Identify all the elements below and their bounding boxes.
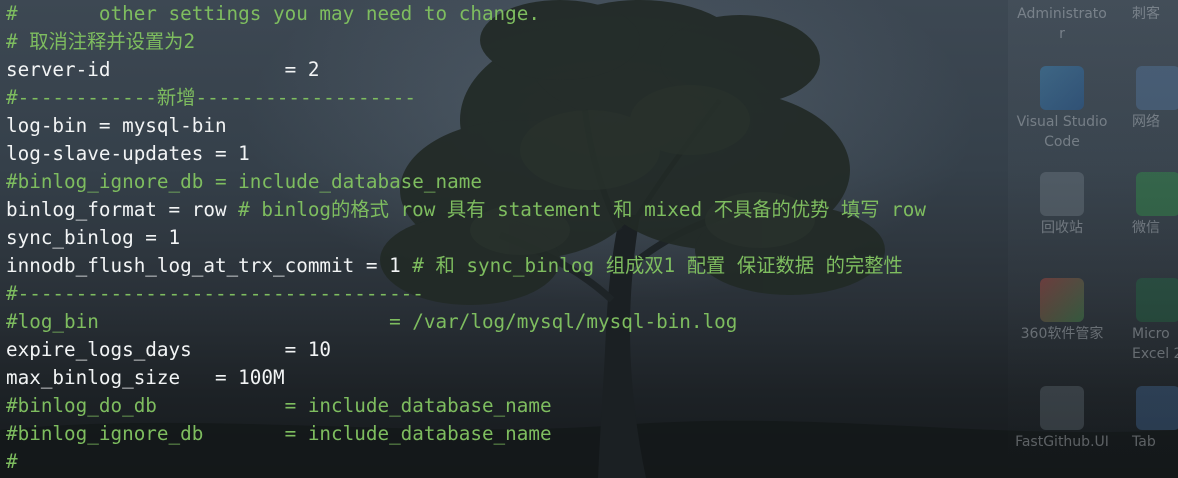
- 360-software-manager-icon[interactable]: 360软件管家: [1012, 278, 1112, 344]
- terminal-config-text[interactable]: # other settings you may need to change.…: [6, 0, 1016, 476]
- wechat-bubble-icon: [1136, 172, 1178, 216]
- fastgithub-logo-icon: [1040, 386, 1084, 430]
- desktop-icon-area: Administrato r 刺客 Visual Studio Code 网络 …: [1008, 0, 1178, 478]
- excel-icon[interactable]: Micro Excel 2: [1132, 278, 1178, 364]
- administrator-icon[interactable]: Administrato r: [1012, 4, 1112, 44]
- terminal-line: # 取消注释并设置为2: [6, 28, 1016, 56]
- desktop-icon-label: FastGithub.UI: [1015, 434, 1109, 450]
- terminal-line: #binlog_do_db = include_database_name: [6, 392, 1016, 420]
- desktop-icon-label: 回收站: [1041, 220, 1083, 236]
- excel-logo-icon: [1136, 278, 1178, 322]
- config-directive: expire_logs_days = 10: [6, 338, 332, 361]
- terminal-line: expire_logs_days = 10: [6, 336, 1016, 364]
- config-comment: #: [6, 450, 18, 473]
- config-directive: binlog_format = row: [6, 198, 239, 221]
- terminal-line: #log_bin = /var/log/mysql/mysql-bin.log: [6, 308, 1016, 336]
- config-comment: #binlog_ignore_db = include_database_nam…: [6, 422, 552, 445]
- desktop-icon-label: 刺客: [1132, 6, 1160, 22]
- wechat-icon[interactable]: 微信: [1132, 172, 1178, 238]
- tab-icon[interactable]: Tab: [1132, 386, 1178, 452]
- config-comment: #-----------------------------------: [6, 282, 424, 305]
- terminal-line: server-id = 2: [6, 56, 1016, 84]
- terminal-line: # other settings you may need to change.: [6, 0, 1016, 28]
- terminal-line: #binlog_ignore_db = include_database_nam…: [6, 420, 1016, 448]
- terminal-line: log-slave-updates = 1: [6, 140, 1016, 168]
- desktop-icon-label: Administrato r: [1017, 6, 1107, 42]
- terminal-line: max_binlog_size = 100M: [6, 364, 1016, 392]
- 360-logo-icon: [1040, 278, 1084, 322]
- terminal-line: #: [6, 448, 1016, 476]
- terminal-line: #binlog_ignore_db = include_database_nam…: [6, 168, 1016, 196]
- terminal-line: binlog_format = row # binlog的格式 row 具有 s…: [6, 196, 1016, 224]
- config-directive: sync_binlog = 1: [6, 226, 181, 249]
- recycle-bin-icon[interactable]: 回收站: [1012, 172, 1112, 238]
- desktop-icon-label: 网络: [1132, 114, 1160, 130]
- desktop-icon-label: Micro Excel 2: [1132, 326, 1178, 362]
- desktop-icon-label: 微信: [1132, 220, 1160, 236]
- terminal-line: #------------新增-------------------: [6, 84, 1016, 112]
- partial-icon-top-right[interactable]: 刺客: [1132, 4, 1178, 24]
- terminal-line: log-bin = mysql-bin: [6, 112, 1016, 140]
- desktop-icon-label: 360软件管家: [1020, 326, 1104, 342]
- config-directive: innodb_flush_log_at_trx_commit = 1: [6, 254, 413, 277]
- vscode-logo-icon: [1040, 66, 1084, 110]
- config-directive: log-slave-updates = 1: [6, 142, 250, 165]
- config-comment: # other settings you may need to change.: [6, 2, 540, 25]
- fastgithub-icon[interactable]: FastGithub.UI: [1012, 386, 1112, 452]
- config-comment: #binlog_ignore_db = include_database_nam…: [6, 170, 482, 193]
- visual-studio-code-icon[interactable]: Visual Studio Code: [1012, 66, 1112, 152]
- network-icon[interactable]: 网络: [1132, 66, 1178, 132]
- config-comment: # binlog的格式 row 具有 statement 和 mixed 不具备…: [238, 198, 927, 221]
- config-comment: #log_bin = /var/log/mysql/mysql-bin.log: [6, 310, 738, 333]
- tab-logo-icon: [1136, 386, 1178, 430]
- terminal-line: innodb_flush_log_at_trx_commit = 1 # 和 s…: [6, 252, 1016, 280]
- config-directive: server-id = 2: [6, 58, 320, 81]
- trash-bin-icon: [1040, 172, 1084, 216]
- config-comment: # 取消注释并设置为2: [6, 30, 196, 53]
- config-comment: #------------新增-------------------: [6, 86, 417, 109]
- config-comment: # 和 sync_binlog 组成双1 配置 保证数据 的完整性: [412, 254, 903, 277]
- config-directive: log-bin = mysql-bin: [6, 114, 227, 137]
- terminal-line: #-----------------------------------: [6, 280, 1016, 308]
- config-directive: max_binlog_size = 100M: [6, 366, 285, 389]
- terminal-line: sync_binlog = 1: [6, 224, 1016, 252]
- network-globe-icon: [1136, 66, 1178, 110]
- desktop-icon-label: Tab: [1132, 434, 1156, 450]
- config-comment: #binlog_do_db = include_database_name: [6, 394, 552, 417]
- desktop-icon-label: Visual Studio Code: [1016, 114, 1108, 150]
